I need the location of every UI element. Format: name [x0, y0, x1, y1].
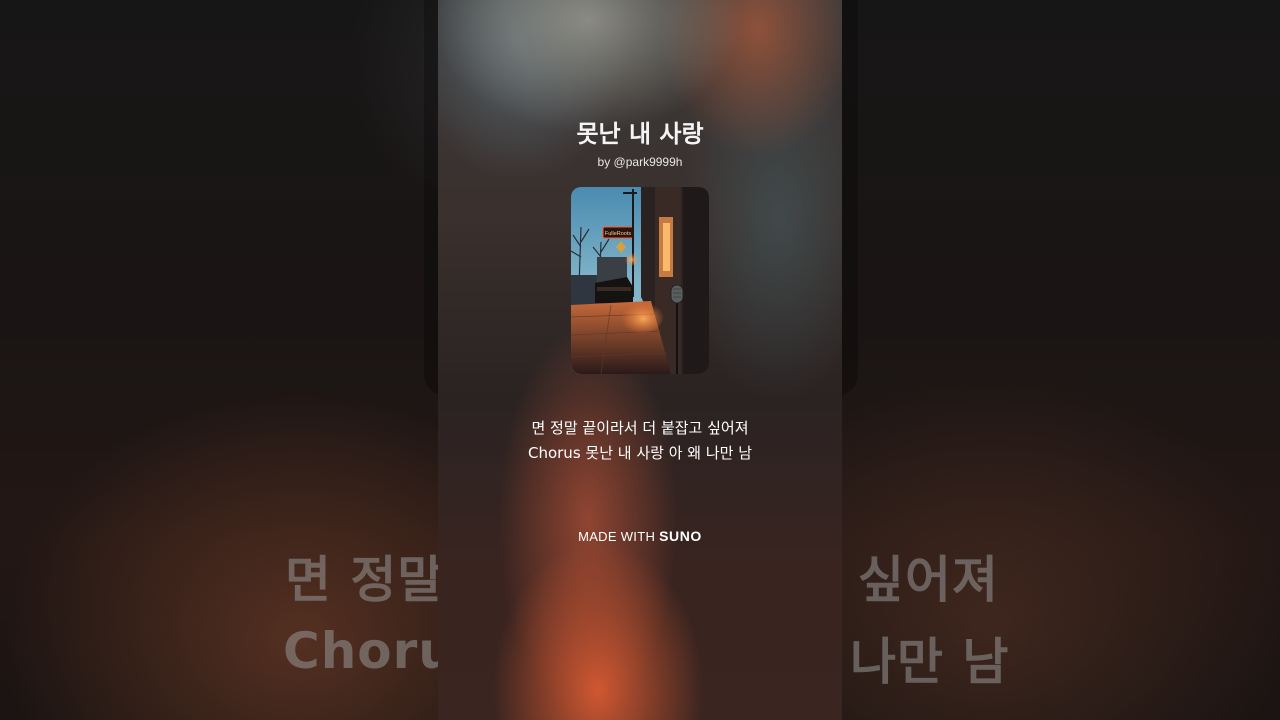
song-panel: 못난 내 사랑 by @park9999h FulleRoots 면 정말 끝이…: [438, 0, 842, 720]
lyrics-display: 면 정말 끝이라서 더 붙잡고 싶어져 Chorus 못난 내 사랑 아 왜 나…: [438, 416, 842, 466]
suno-logo: SUNO: [659, 528, 702, 544]
song-title: 못난 내 사랑: [576, 120, 704, 148]
lyric-line-next: Chorus 못난 내 사랑 아 왜 나만 남: [527, 444, 753, 462]
lyric-line-current: 면 정말 끝이라서 더 붙잡고 싶어져: [531, 419, 749, 437]
made-with-suno-badge[interactable]: MADE WITH SUNO: [438, 528, 842, 544]
made-with-label: MADE WITH: [578, 529, 656, 544]
neon-sign-text: FulleRoots: [605, 231, 632, 237]
backdrop-lyric-left-1: 면 정말: [285, 551, 445, 609]
artist-byline[interactable]: by @park9999h: [438, 155, 842, 169]
cover-art[interactable]: FulleRoots: [571, 187, 709, 374]
backdrop-lyric-right-2: 나만 남: [850, 633, 1010, 691]
backdrop-lyric-right-1: 싶어져: [858, 551, 999, 609]
